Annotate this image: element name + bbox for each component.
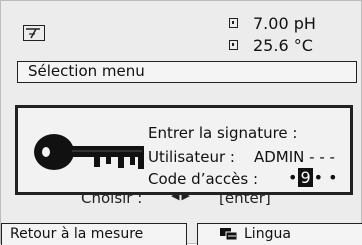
access-code-label: Code d’accès : [148,170,259,188]
back-to-measurement-label: Retour à la mesure [10,226,144,242]
back-to-measurement-softkey[interactable]: Retour à la mesure [1,223,187,245]
access-code-cursor-digit[interactable]: 9 [298,168,313,187]
device-screen: 7.00 pH 25.6 °C Sélection menu Choisir :… [0,0,362,245]
access-code-field[interactable]: • 9 • • [288,168,338,187]
softkey-bar: Retour à la mesure Lingua [1,223,362,245]
access-code-mask-before: • [288,168,298,187]
signature-prompt: Entrer la signature : [148,124,298,142]
access-code-mask-after: • • [313,168,338,187]
key-icon [34,134,144,170]
ph-value: 7.00 pH [253,14,316,33]
signature-dialog: Entrer la signature : Utilisateur : ADMI… [15,105,353,195]
menu-title-bar: Sélection menu [17,61,357,83]
temperature-value: 25.6 °C [253,36,313,55]
language-flags-icon [220,228,238,240]
user-value[interactable]: ADMIN - - - [254,148,335,166]
language-softkey[interactable]: Lingua [197,223,362,245]
language-label: Lingua [244,226,291,242]
sensor-indicator-icon [229,18,238,28]
user-label: Utilisateur : [148,148,235,166]
sensor-indicator-icon [229,40,238,50]
measurement-mode-icon [23,25,45,41]
menu-title: Sélection menu [28,62,145,80]
